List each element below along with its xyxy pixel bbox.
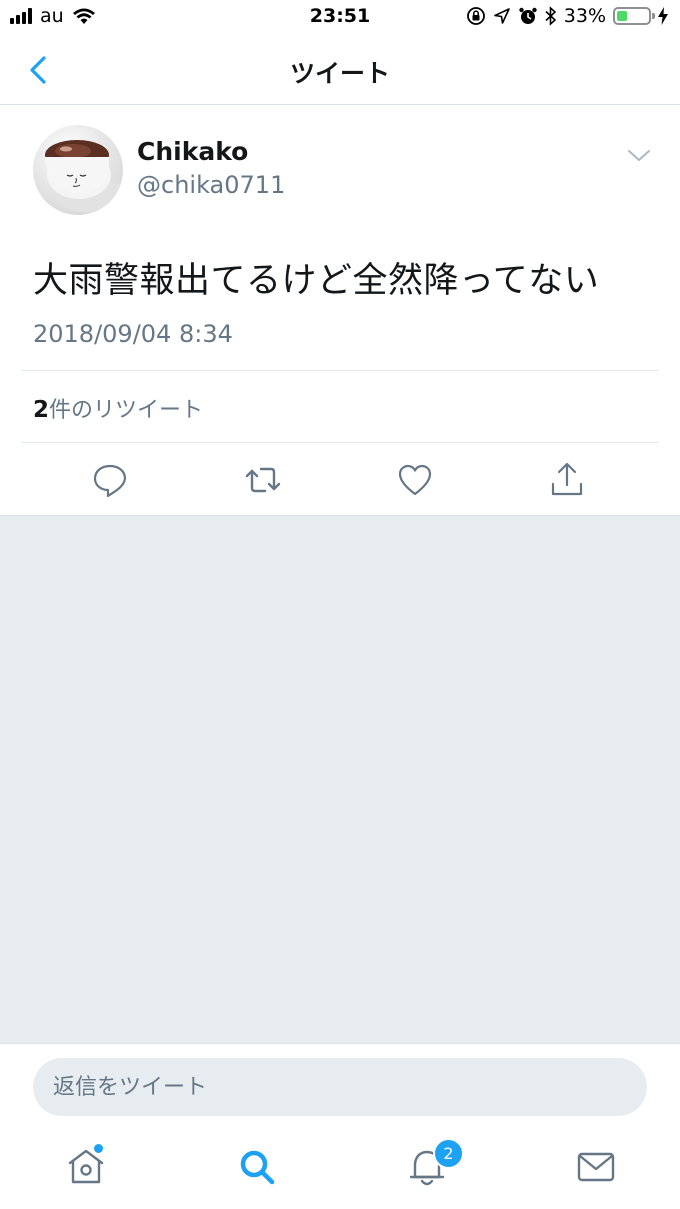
orientation-lock-icon (466, 7, 485, 25)
user-handle[interactable]: @chika0711 (137, 171, 285, 199)
heart-icon (398, 464, 432, 496)
search-icon (240, 1150, 275, 1185)
battery-percent: 33% (563, 5, 606, 27)
page-title: ツイート (289, 59, 390, 88)
display-name[interactable]: Chikako (137, 137, 248, 166)
battery-fill (617, 11, 627, 21)
tab-home[interactable] (62, 1143, 110, 1191)
status-bar-right: 33% (466, 5, 668, 27)
reply-input[interactable] (33, 1058, 647, 1116)
divider (22, 442, 658, 443)
home-new-dot (94, 1144, 103, 1153)
envelope-icon (577, 1152, 615, 1182)
share-icon (551, 462, 583, 496)
retweet-icon (245, 467, 281, 493)
retweet-count-link[interactable]: 2件のリツイート (33, 392, 203, 424)
bluetooth-icon (545, 6, 556, 26)
notification-badge: 2 (433, 1138, 464, 1169)
alarm-icon (519, 7, 537, 24)
status-bar: au 23:51 33% (0, 0, 680, 36)
location-arrow-icon (493, 8, 510, 24)
divider (22, 370, 658, 371)
like-button[interactable] (395, 460, 435, 500)
navigation-bar: ツイート (0, 36, 680, 105)
avatar[interactable] (33, 125, 123, 215)
tweet-text: 大雨警報出てるけど全然降ってない (33, 261, 600, 301)
coffee-cup-photo (45, 140, 123, 213)
chevron-down-icon (628, 150, 650, 161)
tweet-timestamp: 2018/09/04 8:34 (33, 320, 233, 348)
reply-button[interactable] (90, 460, 130, 500)
reply-bubble-icon (93, 464, 127, 498)
retweet-button[interactable] (243, 460, 283, 500)
home-icon (68, 1149, 104, 1184)
battery-icon (613, 7, 655, 25)
reply-bar (0, 1043, 680, 1132)
replies-area (0, 515, 680, 1044)
tweet-detail-screen: au 23:51 33% ツイート Chikako @chika0711 大雨警… (0, 0, 680, 1209)
retweet-count-number: 2 (33, 397, 50, 423)
tab-bar (0, 1131, 680, 1209)
retweet-count-label: 件のリツイート (49, 398, 204, 423)
tab-messages[interactable] (572, 1143, 620, 1191)
tweet-menu-button[interactable] (626, 146, 652, 166)
charging-bolt-icon (658, 7, 668, 25)
tab-search[interactable] (233, 1143, 281, 1191)
share-button[interactable] (547, 460, 587, 500)
